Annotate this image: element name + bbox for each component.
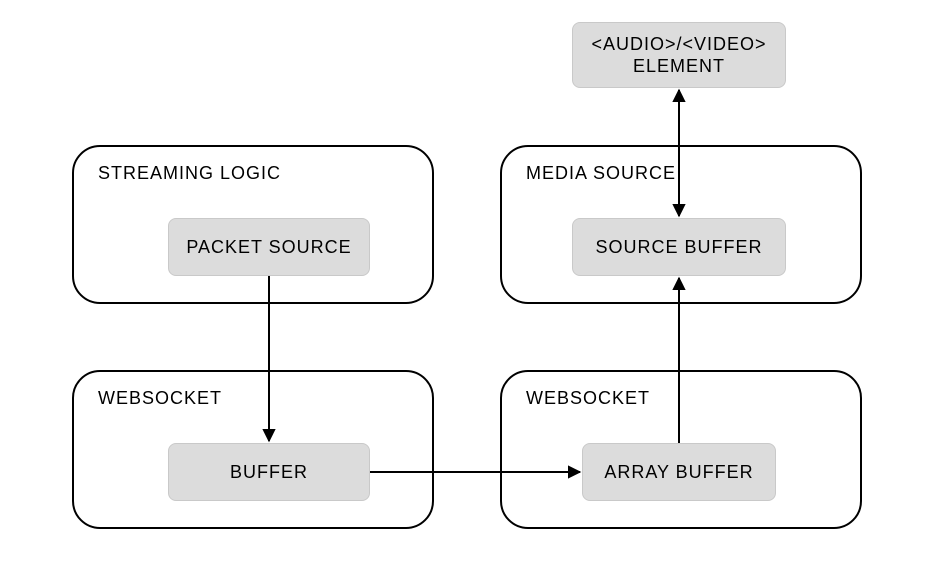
- container-websocket-right-label: WEBSOCKET: [526, 388, 650, 409]
- container-streaming-logic-label: STREAMING LOGIC: [98, 163, 281, 184]
- node-buffer: BUFFER: [168, 443, 370, 501]
- node-array-buffer-label: ARRAY BUFFER: [604, 461, 753, 484]
- node-packet-source: PACKET SOURCE: [168, 218, 370, 276]
- container-media-source-label: MEDIA SOURCE: [526, 163, 676, 184]
- node-audio-video-element-label: <AUDIO>/<VIDEO>ELEMENT: [591, 33, 766, 78]
- node-source-buffer: SOURCE BUFFER: [572, 218, 786, 276]
- diagram-stage: <AUDIO>/<VIDEO>ELEMENT STREAMING LOGIC P…: [0, 0, 946, 571]
- node-buffer-label: BUFFER: [230, 461, 308, 484]
- container-websocket-left-label: WEBSOCKET: [98, 388, 222, 409]
- node-source-buffer-label: SOURCE BUFFER: [595, 236, 762, 259]
- node-packet-source-label: PACKET SOURCE: [186, 236, 351, 259]
- node-audio-video-element: <AUDIO>/<VIDEO>ELEMENT: [572, 22, 786, 88]
- node-array-buffer: ARRAY BUFFER: [582, 443, 776, 501]
